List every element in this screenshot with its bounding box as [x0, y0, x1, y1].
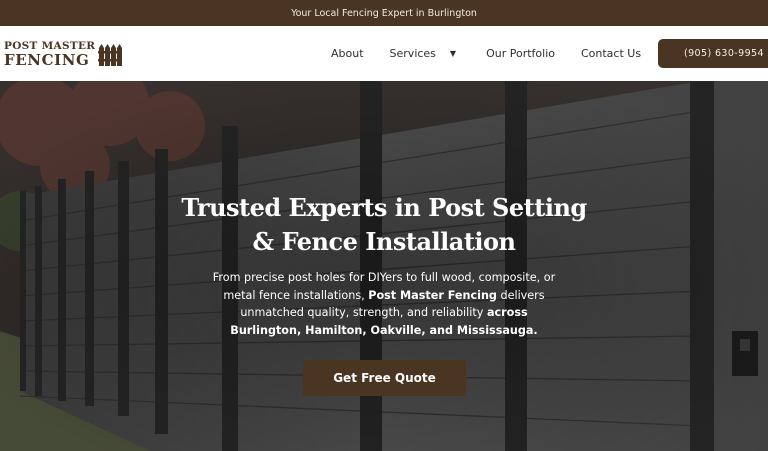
logo-line-1: POST MASTER	[4, 40, 96, 52]
logo-line-2: FENCING	[4, 50, 90, 69]
nav-services-link[interactable]: Services ▼	[390, 47, 457, 60]
hero-heading-line-2: & Fence Installation	[252, 227, 516, 256]
site-logo[interactable]: POST MASTER FENCING	[4, 41, 123, 68]
nav-contact-link[interactable]: Contact Us	[581, 47, 641, 60]
nav-services-label: Services	[389, 47, 436, 60]
hero-description: From precise post holes for DIYers to fu…	[210, 269, 558, 339]
top-announcement-bar: Your Local Fencing Expert in Burlington	[0, 0, 768, 26]
get-free-quote-button[interactable]: Get Free Quote	[303, 360, 466, 396]
chevron-down-icon[interactable]: ▼	[450, 49, 456, 58]
hero-heading: Trusted Experts in Post Setting & Fence …	[0, 191, 768, 259]
fence-icon	[98, 43, 123, 66]
hero-heading-line-1: Trusted Experts in Post Setting	[181, 193, 587, 222]
tagline-text: Your Local Fencing Expert in Burlington	[291, 7, 477, 19]
main-navigation: About Services ▼ Our Portfolio Contact U…	[331, 26, 641, 81]
site-header: POST MASTER FENCING About Services ▼ Our…	[0, 26, 768, 81]
hero-text-brand: Post Master Fencing	[368, 288, 497, 302]
nav-about-link[interactable]: About	[331, 47, 364, 60]
hero-section: Trusted Experts in Post Setting & Fence …	[0, 81, 768, 451]
logo-text: POST MASTER FENCING	[4, 41, 95, 68]
phone-button[interactable]: (905) 630-9954	[658, 39, 768, 68]
nav-portfolio-link[interactable]: Our Portfolio	[486, 47, 555, 60]
